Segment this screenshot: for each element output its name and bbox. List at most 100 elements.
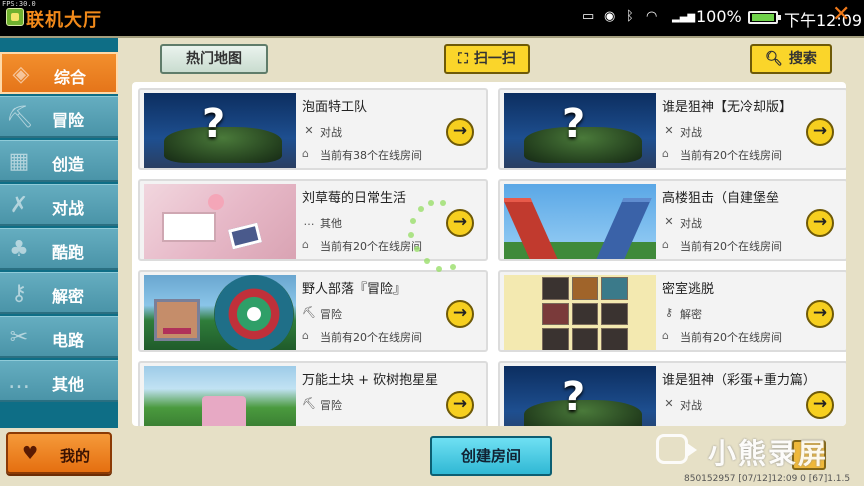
sidebar-item-general[interactable]: ◈ 综合 <box>0 52 118 94</box>
enter-arrow-button[interactable]: → <box>446 118 474 146</box>
sidebar-item-label: 电路 <box>52 331 85 350</box>
sidebar-item-label: 对战 <box>52 199 85 218</box>
ellipsis-icon: … <box>303 215 315 228</box>
create-room-button[interactable]: 创建房间 <box>430 436 552 476</box>
sidebar-item-label: 其他 <box>52 375 85 394</box>
sidebar-item-label: 创造 <box>52 155 85 174</box>
app-title: 联机大厅 <box>26 10 102 31</box>
enter-arrow-button[interactable]: → <box>446 209 474 237</box>
bluetooth-icon: ᛒ <box>626 9 634 24</box>
home-icon: ⌂ <box>662 329 669 342</box>
home-icon: ⌂ <box>662 238 669 251</box>
map-type: 对战 <box>680 126 702 139</box>
map-card[interactable]: 密室逃脱 ⚷ 解密 ⌂ 当前有20个在线房间 → <box>498 270 846 352</box>
map-card[interactable]: 万能土块 + 砍树抱星星 ⛏ 冒险 → <box>138 361 488 426</box>
map-thumbnail: ? <box>504 93 656 168</box>
close-icon[interactable]: ✕ <box>832 2 850 27</box>
sidebar-item-label: 解密 <box>52 287 85 306</box>
home-icon: ⌂ <box>662 147 669 160</box>
fight-icon: ✗ <box>9 193 29 218</box>
search-label: 搜索 <box>788 51 817 67</box>
map-thumbnail <box>144 366 296 426</box>
sidebar-item-circuit[interactable]: ✂ 电路 <box>0 316 118 358</box>
sidebar-item-label: 冒险 <box>52 111 85 130</box>
room-count: 当前有20个在线房间 <box>680 331 782 344</box>
room-count: 当前有20个在线房间 <box>680 149 782 162</box>
map-thumbnail <box>144 275 296 350</box>
map-title: 谁是狙神【无冷却版】 <box>662 100 793 115</box>
map-card[interactable]: 高楼狙击（自建堡垒 ✕ 对战 ⌂ 当前有20个在线房间 → <box>498 179 846 261</box>
signal-icon: ▂▄▆ <box>672 12 696 23</box>
wifi-icon: ◠ <box>646 9 658 24</box>
map-card[interactable]: 刘草莓的日常生活 … 其他 ⌂ 当前有20个在线房间 → <box>138 179 488 261</box>
map-card[interactable]: ? 泡面特工队 ✕ 对战 ⌂ 当前有38个在线房间 → <box>138 88 488 170</box>
my-button[interactable]: ♥ 我的 <box>6 432 112 474</box>
map-card[interactable]: 野人部落『冒险』 ⛏ 冒险 ⌂ 当前有20个在线房间 → <box>138 270 488 352</box>
map-type: 对战 <box>680 217 702 230</box>
location-icon: ◉ <box>604 9 616 24</box>
map-title: 野人部落『冒险』 <box>302 282 407 297</box>
scan-button[interactable]: ⛶ 扫一扫 <box>444 44 530 74</box>
sidebar-item-label: 综合 <box>54 68 87 87</box>
blocks-icon: ▦ <box>8 149 30 174</box>
swords-icon: ✕ <box>664 124 674 137</box>
map-title: 高楼狙击（自建堡垒 <box>662 191 780 206</box>
compass-icon: ◈ <box>12 62 30 87</box>
category-sidebar: ◈ 综合 ⛏ 冒险 ▦ 创造 ✗ 对战 ♣ 酷跑 ⚷ 解密 ✂ 电路 … 其他 <box>0 38 118 428</box>
map-title: 泡面特工队 <box>302 100 368 115</box>
recorder-watermark: 小熊录屏 <box>652 430 852 470</box>
camera-icon <box>656 434 697 464</box>
enter-arrow-button[interactable]: → <box>446 300 474 328</box>
sidebar-item-puzzle[interactable]: ⚷ 解密 <box>0 272 118 314</box>
app-logo-icon <box>6 8 24 26</box>
map-title: 密室逃脱 <box>662 282 715 297</box>
room-count: 当前有20个在线房间 <box>680 240 782 253</box>
home-icon: ⌂ <box>302 147 309 160</box>
enter-arrow-button[interactable]: → <box>806 391 834 419</box>
ellipsis-icon: … <box>8 369 30 394</box>
search-icon: 🔍︎ <box>765 51 783 67</box>
sidebar-item-create[interactable]: ▦ 创造 <box>0 140 118 182</box>
map-title: 谁是狙神（彩蛋+重力篇） <box>662 373 816 388</box>
search-button[interactable]: 🔍︎ 搜索 <box>750 44 832 74</box>
map-card[interactable]: ? 谁是狙神【无冷却版】 ✕ 对战 ⌂ 当前有20个在线房间 → <box>498 88 846 170</box>
pickaxe-icon: ⛏ <box>302 306 316 319</box>
status-bar: FPS:30.0 联机大厅 ▭ ◉ ᛒ ◠ ▂▄▆ 100% 下午12:09 ✕ <box>0 0 864 36</box>
map-type: 其他 <box>320 217 342 230</box>
scan-label: 扫一扫 <box>473 51 516 67</box>
map-type: 冒险 <box>320 308 342 321</box>
enter-arrow-button[interactable]: → <box>806 118 834 146</box>
map-thumbnail <box>144 184 296 259</box>
map-thumbnail <box>504 184 656 259</box>
map-thumbnail: ? <box>504 366 656 426</box>
build-info: 850152957 [07/12]12:09 0 [67]1.1.5 <box>684 474 851 484</box>
enter-arrow-button[interactable]: → <box>806 209 834 237</box>
room-count: 当前有20个在线房间 <box>320 331 422 344</box>
map-type: 解密 <box>680 308 702 321</box>
enter-arrow-button[interactable]: → <box>806 300 834 328</box>
swords-icon: ✕ <box>664 215 674 228</box>
map-type: 冒险 <box>320 399 342 412</box>
key-icon: ⚷ <box>664 306 674 319</box>
key-icon: ⚷ <box>10 281 28 306</box>
hot-map-button[interactable]: 热门地图 <box>160 44 268 74</box>
scan-icon: ⛶ <box>458 51 468 67</box>
swords-icon: ✕ <box>664 397 674 410</box>
battery-percent: 100% <box>696 7 742 26</box>
home-icon: ⌂ <box>302 238 309 251</box>
sidebar-item-battle[interactable]: ✗ 对战 <box>0 184 118 226</box>
screen-cast-icon: ▭ <box>582 9 595 24</box>
map-list[interactable]: ? 泡面特工队 ✕ 对战 ⌂ 当前有38个在线房间 → ? 谁是狙神【无冷却版】… <box>132 82 846 426</box>
sidebar-item-other[interactable]: … 其他 <box>0 360 118 402</box>
enter-arrow-button[interactable]: → <box>446 391 474 419</box>
map-thumbnail: ? <box>144 93 296 168</box>
sidebar-item-adventure[interactable]: ⛏ 冒险 <box>0 96 118 138</box>
map-title: 万能土块 + 砍树抱星星 <box>302 373 439 388</box>
sidebar-item-parkour[interactable]: ♣ 酷跑 <box>0 228 118 270</box>
heart-icon: ♥ <box>22 443 39 464</box>
map-thumbnail <box>504 275 656 350</box>
question-mark-icon: ? <box>202 101 226 147</box>
map-card[interactable]: ? 谁是狙神（彩蛋+重力篇） ✕ 对战 → <box>498 361 846 426</box>
hot-map-label: 热门地图 <box>186 51 242 67</box>
swords-icon: ✕ <box>304 124 314 137</box>
